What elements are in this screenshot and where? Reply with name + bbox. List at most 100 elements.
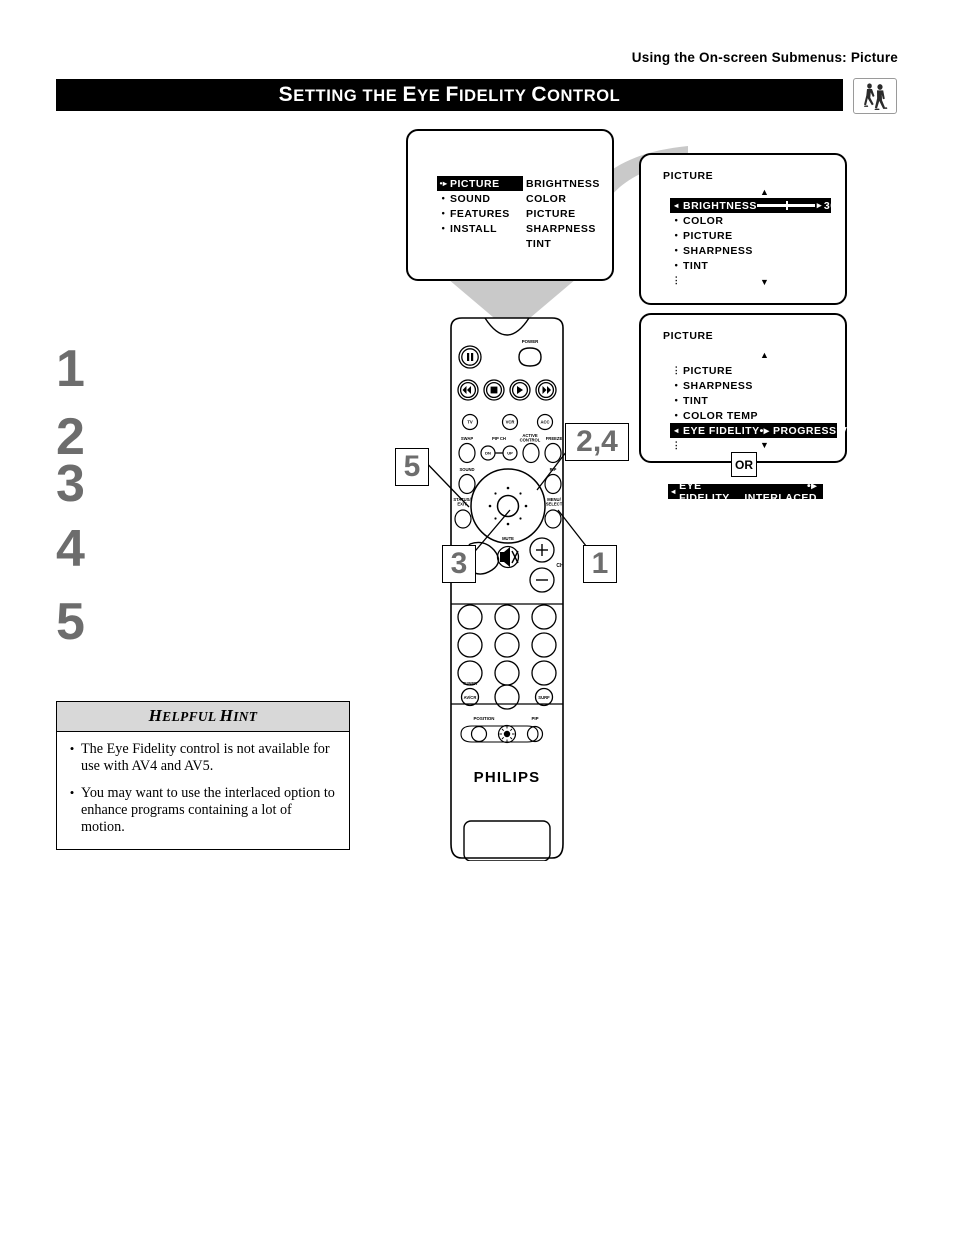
basketball-players-icon: [853, 78, 897, 114]
step-number-5: 5: [56, 593, 85, 651]
eye-fidelity-value[interactable]: •▸ PROGRESSIVE: [760, 425, 857, 437]
page-title-bar: SETTING THE EYE FIDELITY CONTROL: [56, 79, 843, 111]
remote-label-tuner: TUNER: [463, 681, 477, 686]
remote-label-surf: SURF: [538, 695, 550, 700]
osd-submenu-list: ◂ BRIGHTNESS ▸ 30 • COLOR • PICTURE • SH…: [670, 198, 836, 288]
left-arrow-icon: ◂: [671, 487, 676, 496]
bullet-icon: •: [674, 410, 679, 420]
osd-menu-item-features[interactable]: • FEATURES: [437, 206, 519, 221]
osd-submenu-list: ⋮ PICTURE • SHARPNESS • TINT • COLOR TEM…: [670, 363, 854, 453]
osd-item-label: TINT: [683, 259, 709, 272]
osd-item-more: ⋮: [670, 273, 828, 288]
osd-item-label: SHARPNESS: [683, 244, 753, 257]
remote-brand-logo: PHILIPS: [474, 769, 541, 786]
osd-item-color-temp[interactable]: • COLOR TEMP: [670, 408, 834, 423]
osd-item-label: SHARPNESS: [683, 379, 753, 392]
helpful-hint-box: HELPFUL HINT Helpful Hint • The Eye Fide…: [56, 701, 350, 850]
osd-menu-item-label: FEATURES: [450, 207, 510, 220]
osd-item-more: ⋮: [670, 438, 834, 453]
osd-item-label: TINT: [683, 394, 709, 407]
hint-bullet-icon: •: [69, 784, 75, 800]
callout-3: 3: [442, 545, 476, 583]
osd-item-label: EYE FIDELITY: [683, 424, 760, 437]
osd-item-sharpness[interactable]: • SHARPNESS: [670, 378, 834, 393]
osd-main-menu-left-column: •▸ PICTURE • SOUND • FEATURES • INSTALL: [437, 176, 523, 236]
osd-item-brightness[interactable]: ◂ BRIGHTNESS ▸ 30: [670, 198, 836, 213]
eye-fidelity-value-text: PROGRESSIVE: [772, 424, 855, 437]
remote-label-pip-bottom: PIP: [531, 716, 538, 721]
osd-item-label: PICTURE: [683, 364, 733, 377]
more-items-icon: ⋮: [671, 275, 682, 285]
callout-1: 1: [583, 545, 617, 583]
osd-picture-submenu-brightness: PICTURE ▲ ◂ BRIGHTNESS ▸ 30 • COLOR • PI…: [639, 153, 847, 305]
backlight-icon: [503, 730, 511, 738]
more-items-icon: ⋮: [671, 365, 682, 375]
osd-submenu-item-tint[interactable]: TINT: [524, 236, 600, 251]
bullet-icon: •: [674, 245, 679, 255]
osd-item-label: EYE FIDELITY: [679, 479, 730, 504]
osd-menu-item-picture[interactable]: •▸ PICTURE: [437, 176, 523, 191]
hint-item: • The Eye Fidelity control is not availa…: [63, 741, 339, 776]
osd-item-tint[interactable]: • TINT: [670, 258, 828, 273]
bullet-icon: •: [674, 395, 679, 405]
osd-item-picture[interactable]: • PICTURE: [670, 228, 828, 243]
osd-main-menu: •▸ PICTURE • SOUND • FEATURES • INSTALL …: [406, 129, 614, 281]
osd-item-color[interactable]: • COLOR: [670, 213, 828, 228]
osd-submenu-item-label: COLOR: [526, 192, 567, 205]
bullet-icon: •: [441, 193, 446, 203]
bullet-icon: •: [674, 260, 679, 270]
osd-item-picture[interactable]: ⋮ PICTURE: [670, 363, 834, 378]
osd-menu-item-install[interactable]: • INSTALL: [437, 221, 519, 236]
osd-submenu-item-label: SHARPNESS: [526, 222, 596, 235]
osd-submenu-item-brightness[interactable]: BRIGHTNESS: [524, 176, 600, 191]
osd-item-eye-fidelity-interlaced[interactable]: ◂ EYE FIDELITY •▸ INTERLACED: [668, 480, 823, 504]
osd-item-label: COLOR TEMP: [683, 409, 758, 422]
osd-item-eye-fidelity[interactable]: ◂ EYE FIDELITY •▸ PROGRESSIVE: [670, 423, 854, 438]
bullet-icon: •: [674, 215, 679, 225]
brightness-value: 30: [823, 199, 837, 212]
hint-item-text: You may want to use the interlaced optio…: [81, 784, 335, 836]
page-title: SETTING THE EYE FIDELITY CONTROL: [278, 83, 621, 106]
remote-label-av-cr: AV/CR: [464, 695, 477, 700]
osd-submenu-item-sharpness[interactable]: SHARPNESS: [524, 221, 600, 236]
osd-item-label: COLOR: [683, 214, 724, 227]
osd-menu-item-label: SOUND: [450, 192, 491, 205]
value-arrow-icon: •▸: [759, 424, 770, 437]
bullet-icon: •: [674, 380, 679, 390]
osd-item-sharpness[interactable]: • SHARPNESS: [670, 243, 828, 258]
osd-submenu-item-color[interactable]: COLOR: [524, 191, 600, 206]
scroll-down-icon: ▼: [760, 277, 769, 287]
or-divider-label: OR: [731, 452, 757, 477]
slider-track: [756, 201, 815, 210]
osd-submenu-item-label: TINT: [526, 237, 552, 250]
bullet-icon: •: [674, 230, 679, 240]
hint-bullet-icon: •: [69, 741, 75, 756]
bullet-icon: •: [441, 223, 446, 233]
osd-submenu-title: PICTURE: [663, 170, 714, 182]
left-arrow-icon: ◂: [674, 200, 679, 210]
osd-submenu-title: PICTURE: [663, 330, 714, 342]
step-number-1: 1: [56, 340, 85, 398]
selected-pointer-icon: •▸: [439, 178, 448, 188]
callout-2-4: 2,4: [565, 423, 629, 461]
brightness-slider[interactable]: ▸ 30: [756, 199, 839, 212]
osd-main-menu-right-column: BRIGHTNESS COLOR PICTURE SHARPNESS TINT: [524, 176, 600, 251]
eye-fidelity-value[interactable]: •▸ INTERLACED: [744, 480, 823, 504]
left-arrow-icon: ◂: [674, 425, 679, 435]
scroll-up-icon: ▲: [760, 350, 769, 360]
step-number-4: 4: [56, 520, 85, 578]
osd-picture-submenu-eye-fidelity: PICTURE ▲ ⋮ PICTURE • SHARPNESS • TINT •…: [639, 313, 854, 463]
osd-item-label: BRIGHTNESS: [683, 199, 757, 212]
osd-submenu-item-label: BRIGHTNESS: [526, 177, 600, 190]
hint-item: • You may want to use the interlaced opt…: [63, 785, 339, 837]
callout-5: 5: [395, 448, 429, 486]
osd-menu-item-label: INSTALL: [450, 222, 498, 235]
slider-knob[interactable]: [785, 201, 788, 210]
eye-fidelity-value-text: INTERLACED: [744, 491, 817, 504]
osd-submenu-item-picture[interactable]: PICTURE: [524, 206, 600, 221]
osd-menu-item-sound[interactable]: • SOUND: [437, 191, 519, 206]
step-number-3: 3: [56, 455, 85, 513]
osd-item-tint[interactable]: • TINT: [670, 393, 834, 408]
running-head: Using the On-screen Submenus: Picture: [631, 50, 898, 65]
scroll-down-icon: ▼: [760, 440, 769, 450]
